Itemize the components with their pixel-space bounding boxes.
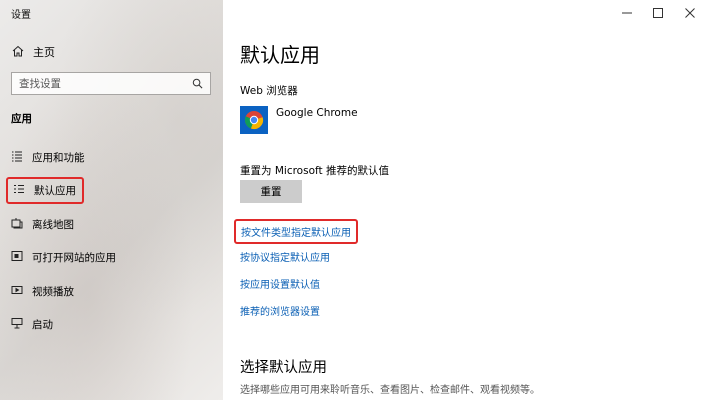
sidebar-item-startup[interactable]: 启动	[11, 317, 53, 332]
map-icon	[11, 217, 23, 232]
maximize-button[interactable]	[641, 0, 675, 24]
minimize-button[interactable]	[610, 0, 644, 24]
link-set-defaults-by-app[interactable]: 按应用设置默认值	[240, 276, 320, 291]
window-title: 设置	[11, 10, 31, 21]
close-icon	[685, 3, 695, 22]
close-button[interactable]	[673, 0, 707, 24]
sidebar-item-label: 启动	[32, 319, 53, 331]
sidebar-item-offline-maps[interactable]: 离线地图	[11, 217, 74, 232]
startup-icon	[11, 317, 23, 332]
browser-name: Google Chrome	[276, 107, 358, 119]
sidebar-item-apps-for-websites[interactable]: 可打开网站的应用	[11, 250, 116, 265]
default-browser-selector[interactable]: Google Chrome	[240, 106, 358, 134]
sidebar-item-label: 视频播放	[32, 286, 74, 298]
page-title: 默认应用	[240, 43, 320, 67]
sidebar-item-label: 默认应用	[34, 185, 76, 197]
sidebar-item-label: 应用和功能	[32, 152, 85, 164]
sidebar-item-label: 可打开网站的应用	[32, 252, 116, 264]
sidebar-item-apps-features[interactable]: 应用和功能	[11, 150, 85, 165]
home-icon	[12, 45, 24, 60]
home-label: 主页	[33, 46, 55, 59]
link-default-by-file-type[interactable]: 按文件类型指定默认应用	[234, 219, 358, 244]
sidebar-item-video-playback[interactable]: 视频播放	[11, 284, 74, 299]
choose-default-apps-heading: 选择默认应用	[240, 360, 327, 376]
main-panel: 默认应用 Web 浏览器 Google Chrome 重置为 Microsoft…	[223, 0, 708, 400]
reset-label: 重置为 Microsoft 推荐的默认值	[240, 165, 389, 177]
search-box[interactable]	[11, 72, 211, 95]
minimize-icon	[622, 3, 632, 22]
link-default-by-protocol[interactable]: 按协议指定默认应用	[240, 249, 330, 264]
choose-default-apps-description: 选择哪些应用可用来聆听音乐、查看图片、检查邮件、观看视频等。	[240, 385, 540, 396]
reset-button[interactable]: 重置	[240, 180, 302, 203]
open-web-icon	[11, 250, 23, 265]
maximize-icon	[653, 3, 663, 22]
chrome-app-icon	[240, 106, 268, 134]
sidebar-item-default-apps[interactable]: 默认应用	[6, 177, 84, 204]
video-icon	[11, 284, 23, 299]
home-nav-item[interactable]: 主页	[12, 44, 55, 60]
sidebar-item-label: 离线地图	[32, 219, 74, 231]
search-icon[interactable]	[192, 74, 203, 93]
section-label-apps: 应用	[11, 113, 32, 125]
web-browser-label: Web 浏览器	[240, 85, 298, 97]
default-apps-icon	[13, 183, 25, 198]
sidebar: 设置 主页 应用 应用和功能 默认应用 离线地图 可打开网站的	[0, 0, 223, 400]
search-input[interactable]	[19, 77, 179, 90]
list-icon	[11, 150, 23, 165]
link-recommended-browser-settings[interactable]: 推荐的浏览器设置	[240, 303, 320, 318]
